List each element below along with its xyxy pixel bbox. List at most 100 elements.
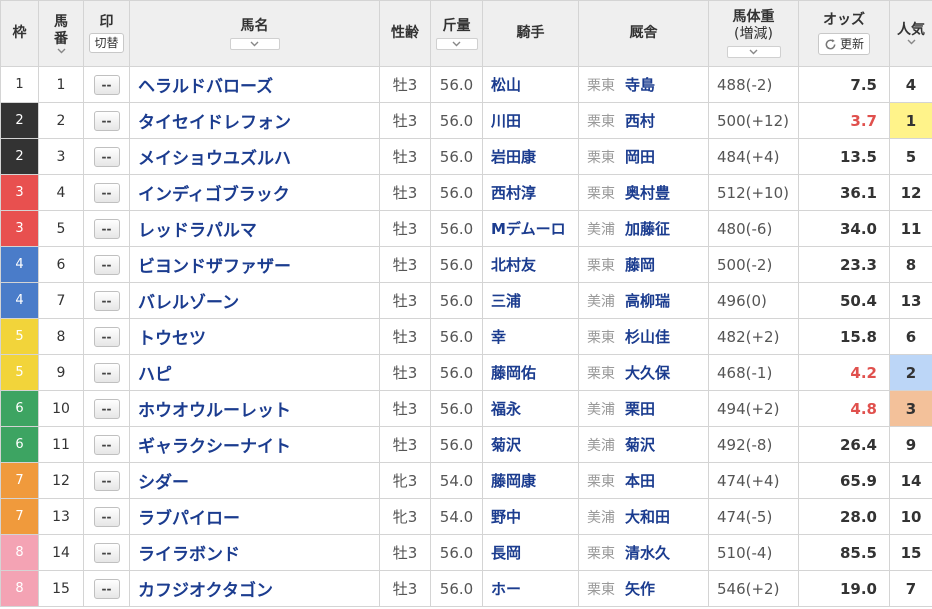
trainer-name[interactable]: 大和田 (625, 508, 670, 526)
mark-select-button[interactable]: -- (93, 111, 120, 131)
horse-name-link[interactable]: タイセイドレフォン (138, 113, 291, 133)
mark-select-button[interactable]: -- (93, 363, 120, 383)
sort-chevron-icon[interactable] (907, 39, 916, 45)
mark-select-button[interactable]: -- (93, 507, 120, 527)
sort-name-button[interactable] (229, 37, 280, 50)
mark-select-button[interactable]: -- (93, 579, 120, 599)
trainer-name[interactable]: 清水久 (625, 544, 670, 562)
trainer-name[interactable]: 矢作 (625, 580, 655, 598)
jockey-cell[interactable]: 長岡 (482, 534, 579, 571)
horse-name-link[interactable]: ギャラクシーナイト (138, 437, 291, 457)
header-trainer: 厩舎 (578, 0, 709, 67)
jockey-cell[interactable]: 野中 (482, 498, 579, 535)
mark-cell: -- (83, 246, 130, 283)
sort-weight-button[interactable] (726, 46, 781, 58)
mark-select-button[interactable]: -- (93, 435, 120, 455)
mark-select-button[interactable]: -- (93, 75, 120, 95)
sort-chevron-icon[interactable] (57, 48, 66, 54)
mark-select-button[interactable]: -- (93, 471, 120, 491)
popularity-cell: 6 (889, 318, 932, 355)
horse-name-link[interactable]: ホウオウルーレット (138, 401, 291, 421)
horse-name-cell: ハピ (129, 354, 380, 391)
jockey-cell[interactable]: 北村友 (482, 246, 579, 283)
trainer-name[interactable]: 藤岡 (625, 256, 655, 274)
trainer-name[interactable]: 大久保 (625, 364, 670, 382)
jockey-cell[interactable]: 三浦 (482, 282, 579, 319)
kinryo-cell: 54.0 (430, 498, 483, 535)
header-weight[interactable]: 馬体重 (増減) (708, 0, 799, 67)
mark-select-button[interactable]: -- (93, 543, 120, 563)
waku-cell: 2 (0, 102, 39, 139)
odds-cell: 7.5 (798, 66, 890, 103)
weight-cell: 474(+4) (708, 462, 799, 499)
sexage-cell: 牡3 (379, 66, 431, 103)
horse-name-link[interactable]: ビヨンドザファザー (138, 257, 291, 277)
mark-select-button[interactable]: -- (93, 327, 120, 347)
trainer-name[interactable]: 高柳瑞 (625, 292, 670, 310)
header-umaban[interactable]: 馬 番 (38, 0, 84, 67)
trainer-area: 美浦 (587, 294, 615, 310)
trainer-name[interactable]: 杉山佳 (625, 328, 670, 346)
trainer-name[interactable]: 寺島 (625, 76, 655, 94)
kinryo-cell: 56.0 (430, 354, 483, 391)
trainer-name[interactable]: 加藤征 (625, 220, 670, 238)
weight-cell: 492(-8) (708, 426, 799, 463)
horse-name-link[interactable]: レッドラパルマ (138, 221, 257, 241)
horse-name-link[interactable]: トウセツ (138, 329, 206, 349)
popularity-cell: 3 (889, 390, 932, 427)
trainer-name[interactable]: 奥村豊 (625, 184, 670, 202)
jockey-cell[interactable]: 西村淳 (482, 174, 579, 211)
horse-name-cell: メイショウユズルハ (129, 138, 380, 175)
sort-kinryo-button[interactable] (435, 37, 478, 50)
mark-select-button[interactable]: -- (93, 183, 120, 203)
jockey-cell[interactable]: 川田 (482, 102, 579, 139)
jockey-cell[interactable]: 藤岡佑 (482, 354, 579, 391)
trainer-name[interactable]: 西村 (625, 112, 655, 130)
sexage-cell: 牡3 (379, 318, 431, 355)
sexage-cell: 牡3 (379, 534, 431, 571)
jockey-cell[interactable]: ホー (482, 570, 579, 607)
horse-name-cell: ビヨンドザファザー (129, 246, 380, 283)
horse-name-link[interactable]: ライラボンド (138, 545, 240, 565)
mark-select-button[interactable]: -- (93, 219, 120, 239)
mark-cell: -- (83, 354, 130, 391)
horse-name-link[interactable]: シダー (138, 473, 189, 493)
mark-select-button[interactable]: -- (93, 291, 120, 311)
trainer-name[interactable]: 岡田 (625, 148, 655, 166)
horse-name-link[interactable]: バレルゾーン (138, 293, 239, 313)
trainer-area: 栗東 (587, 474, 615, 490)
horse-list: 1 1 -- ヘラルドバローズ 牡3 56.0 松山 栗東 寺島 488(-2) 7.5 4 2 2 -- タ… (0, 66, 932, 607)
horse-name-link[interactable]: ラブパイロー (138, 509, 240, 529)
trainer-area: 栗東 (587, 582, 615, 598)
header-name[interactable]: 馬名 (129, 0, 380, 67)
jockey-cell[interactable]: Mデムーロ (482, 210, 579, 247)
horse-row: 5 8 -- トウセツ 牡3 56.0 幸栗東 杉山佳 482(+2) 15.8 6 (0, 318, 932, 355)
waku-cell: 3 (0, 174, 39, 211)
header-ninki[interactable]: 人気 (889, 0, 932, 67)
horse-name-link[interactable]: ハピ (138, 365, 172, 385)
header-waku[interactable]: 枠 (0, 0, 39, 67)
horse-name-link[interactable]: インディゴブラック (138, 185, 290, 205)
jockey-cell[interactable]: 松山 (482, 66, 579, 103)
horse-name-link[interactable]: ヘラルドバローズ (138, 77, 273, 97)
jockey-cell[interactable]: 藤岡康 (482, 462, 579, 499)
horse-name-link[interactable]: カフジオクタゴン (138, 581, 273, 601)
waku-cell: 5 (0, 354, 39, 391)
mark-select-button[interactable]: -- (93, 255, 120, 275)
trainer-name[interactable]: 菊沢 (625, 436, 655, 454)
mark-toggle-button[interactable]: 切替 (89, 33, 124, 53)
trainer-name[interactable]: 本田 (625, 472, 655, 490)
odds-cell: 28.0 (798, 498, 890, 535)
header-kinryo[interactable]: 斤量 (430, 0, 483, 67)
odds-cell: 3.7 (798, 102, 890, 139)
horse-name-cell: ホウオウルーレット (129, 390, 380, 427)
mark-select-button[interactable]: -- (93, 147, 120, 167)
trainer-name[interactable]: 栗田 (625, 400, 655, 418)
mark-select-button[interactable]: -- (93, 399, 120, 419)
odds-refresh-button[interactable]: 更新 (817, 33, 870, 55)
horse-name-link[interactable]: メイショウユズルハ (138, 149, 291, 169)
jockey-cell[interactable]: 岩田康 (482, 138, 579, 175)
jockey-cell[interactable]: 福永 (482, 390, 579, 427)
jockey-cell[interactable]: 菊沢 (482, 426, 579, 463)
jockey-cell[interactable]: 幸 (482, 318, 579, 355)
